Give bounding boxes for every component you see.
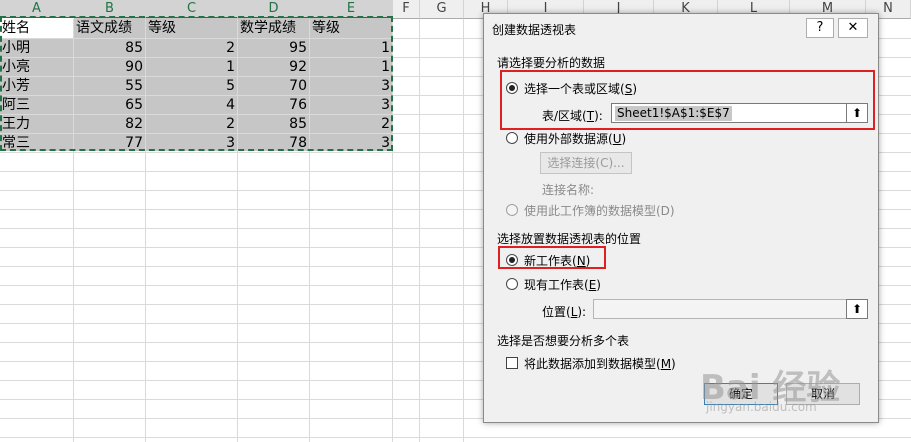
radio-data-model[interactable] — [506, 204, 518, 216]
help-button[interactable]: ? — [806, 18, 834, 38]
radio-external-source-label[interactable]: 使用外部数据源(U) — [524, 130, 626, 147]
location-label: 位置(L): — [542, 305, 587, 319]
section-multiple-tables: 选择是否想要分析多个表 — [497, 334, 630, 348]
grid-line — [0, 437, 911, 438]
col-header-g[interactable]: G — [420, 0, 464, 19]
highlight-range-box — [500, 70, 875, 130]
location-picker-icon[interactable]: ⬆ — [846, 299, 868, 319]
section-location: 选择放置数据透视表的位置 — [497, 232, 642, 246]
connection-name-label: 连接名称: — [542, 183, 595, 197]
radio-existing-worksheet[interactable] — [506, 278, 518, 290]
dialog-title: 创建数据透视表 — [492, 23, 577, 37]
radio-existing-worksheet-label[interactable]: 现有工作表(E) — [524, 276, 601, 293]
choose-connection-button[interactable]: 选择连接(C)... — [540, 152, 632, 174]
section-choose-data: 请选择要分析的数据 — [497, 56, 606, 70]
copy-marquee — [0, 16, 393, 151]
radio-external-source[interactable] — [506, 132, 518, 144]
location-input[interactable] — [593, 299, 847, 319]
close-button[interactable]: ✕ — [838, 18, 868, 38]
grid-line — [463, 19, 464, 442]
radio-data-model-label[interactable]: 使用此工作簿的数据模型(D) — [524, 202, 675, 219]
grid-line — [419, 19, 420, 442]
col-header-f[interactable]: F — [393, 0, 420, 19]
watermark-url: jingyan.baidu.com — [706, 400, 817, 414]
add-to-model-label[interactable]: 将此数据添加到数据模型(M) — [524, 355, 676, 372]
highlight-new-sheet-box — [498, 246, 606, 269]
add-to-model-checkbox[interactable] — [506, 357, 518, 369]
